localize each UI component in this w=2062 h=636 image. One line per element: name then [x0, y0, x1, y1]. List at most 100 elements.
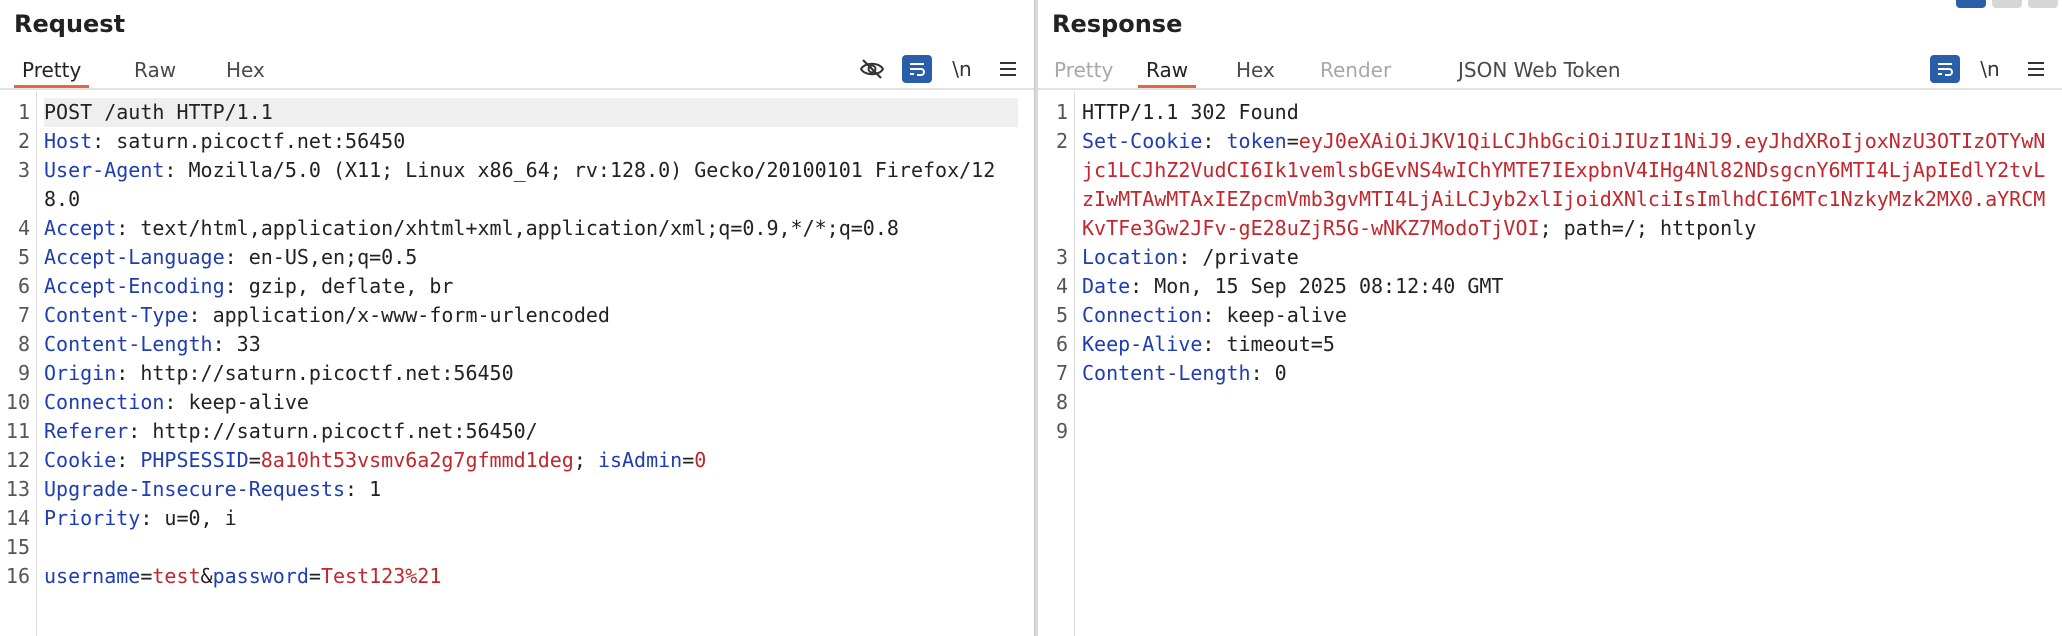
code-line[interactable]: 12 Cookie: PHPSESSID=8a10ht53vsmv6a2g7gfm… [0, 446, 1034, 475]
request-title: Request [14, 10, 126, 38]
code-line[interactable]: 7 Content-Type: application/x-www-form-ur… [0, 301, 1034, 330]
code-text: Content-Length: 33 [44, 330, 1018, 359]
wrap-icon[interactable] [902, 55, 932, 83]
layout-split-button[interactable] [1956, 0, 1986, 8]
layout-vertical-button[interactable] [2028, 0, 2058, 8]
code-line[interactable]: 8 Content-Length: 33 [0, 330, 1034, 359]
line-number: 16 [5, 564, 30, 588]
code-segment: & [200, 564, 213, 588]
code-line[interactable]: 8 [1038, 388, 2062, 417]
response-title: Response [1052, 10, 1183, 38]
header-name: Content-Type [44, 303, 189, 327]
code-line[interactable]: 1 POST /auth HTTP/1.1 [0, 98, 1034, 127]
layout-horizontal-button[interactable] [1992, 0, 2022, 8]
code-text: Host: saturn.picoctf.net:56450 [44, 127, 1018, 156]
newline-icon[interactable]: \n [1974, 53, 2006, 85]
header-name: Keep-Alive [1082, 332, 1203, 356]
response-editor[interactable]: 1 HTTP/1.1 302 Found 2 Set-Cookie: token=ey… [1038, 92, 2062, 636]
code-line[interactable]: 11 Referer: http://saturn.picoctf.net:564… [0, 417, 1034, 446]
code-line[interactable]: 15 [0, 533, 1034, 562]
code-line[interactable]: 1 HTTP/1.1 302 Found [1038, 98, 2062, 127]
line-number: 7 [17, 303, 30, 327]
tab-label: Hex [226, 58, 265, 82]
code-text: Connection: keep-alive [1082, 301, 2046, 330]
code-line[interactable]: 14 Priority: u=0, i [0, 504, 1034, 533]
code-segment: : text/html,application/xhtml+xml,applic… [116, 216, 899, 240]
menu-icon[interactable] [992, 53, 1024, 85]
tab-raw[interactable]: Raw [1138, 52, 1197, 88]
param-value: test [152, 564, 201, 588]
code-segment: : 0 [1250, 361, 1287, 385]
code-segment: HTTP/1.1 302 Found [1082, 100, 1299, 124]
header-name: token [1226, 129, 1287, 153]
line-number: 7 [1055, 361, 1068, 385]
code-segment: : saturn.picoctf.net:56450 [92, 129, 406, 153]
code-segment: : u=0, i [140, 506, 237, 530]
tab-hex[interactable]: Hex [218, 52, 273, 88]
tab-hex[interactable]: Hex [1228, 52, 1283, 88]
code-text: Location: /private [1082, 243, 2046, 272]
code-line[interactable]: 5 Connection: keep-alive [1038, 301, 2062, 330]
tab-raw[interactable]: Raw [126, 52, 184, 88]
header-name: Date [1082, 274, 1131, 298]
newline-icon[interactable]: \n [946, 53, 978, 85]
code-line[interactable]: 7 Content-Length: 0 [1038, 359, 2062, 388]
tab-render[interactable]: Render [1312, 52, 1399, 88]
code-line[interactable]: 9 [1038, 417, 2062, 446]
param-value: 0 [694, 448, 707, 472]
request-editor[interactable]: 1 POST /auth HTTP/1.1 2 Host: saturn.picoct… [0, 92, 1034, 636]
line-number: 4 [1055, 274, 1068, 298]
request-pane: Request Pretty Raw Hex \n 1 POST /auth HT… [0, 0, 1034, 636]
code-line[interactable]: 5 Accept-Language: en-US,en;q=0.5 [0, 243, 1034, 272]
code-segment: ; path=/; httponly [1539, 216, 1757, 240]
eye-slash-icon[interactable] [856, 53, 888, 85]
tab-pretty[interactable]: Pretty [14, 52, 90, 88]
code-segment: : Mon, 15 Sep 2025 08:12:40 GMT [1130, 274, 1504, 298]
code-text: Connection: keep-alive [44, 388, 1018, 417]
code-text: Referer: http://saturn.picoctf.net:56450… [44, 417, 1018, 446]
code-segment: : en-US,en;q=0.5 [224, 245, 418, 269]
response-lines: 1 HTTP/1.1 302 Found 2 Set-Cookie: token=ey… [1038, 98, 2062, 446]
code-text: Keep-Alive: timeout=5 [1082, 330, 2046, 359]
line-number: 12 [5, 448, 30, 472]
code-text: Priority: u=0, i [44, 504, 1018, 533]
line-number: 8 [17, 332, 30, 356]
header-name: isAdmin [597, 448, 683, 472]
line-number: 1 [1055, 100, 1068, 124]
tab-pretty[interactable]: Pretty [1046, 52, 1121, 88]
param-value: 8a10ht53vsmv6a2g7gfmmd1deg [260, 448, 574, 472]
line-number: 2 [1055, 129, 1068, 153]
code-line[interactable]: 16 username=test&password=Test123%21 [0, 562, 1034, 591]
line-number: 1 [17, 100, 30, 124]
code-line[interactable]: 3 Location: /private [1038, 243, 2062, 272]
tab-label: Hex [1236, 58, 1275, 82]
code-line[interactable]: 4 Date: Mon, 15 Sep 2025 08:12:40 GMT [1038, 272, 2062, 301]
code-text: Accept: text/html,application/xhtml+xml,… [44, 214, 1018, 243]
code-segment: : Mozilla/5.0 (X11; Linux x86_64; rv:128… [44, 158, 996, 211]
code-line[interactable]: 2 Host: saturn.picoctf.net:56450 [0, 127, 1034, 156]
response-toolbar: \n [1930, 52, 2052, 86]
code-line[interactable]: 6 Keep-Alive: timeout=5 [1038, 330, 2062, 359]
code-line[interactable]: 13 Upgrade-Insecure-Requests: 1 [0, 475, 1034, 504]
code-line[interactable]: 3 User-Agent: Mozilla/5.0 (X11; Linux x86… [0, 156, 1034, 214]
code-line[interactable]: 2 Set-Cookie: token=eyJ0eXAiOiJKV1QiLCJhb… [1038, 127, 2062, 243]
code-text: Upgrade-Insecure-Requests: 1 [44, 475, 1018, 504]
code-line[interactable]: 4 Accept: text/html,application/xhtml+xml… [0, 214, 1034, 243]
response-pane: Response Pretty Raw Hex Render JSON Web … [1038, 0, 2062, 636]
code-text: username=test&password=Test123%21 [44, 562, 1018, 591]
code-line[interactable]: 10 Connection: keep-alive [0, 388, 1034, 417]
code-text: Accept-Language: en-US,en;q=0.5 [44, 243, 1018, 272]
code-line[interactable]: 6 Accept-Encoding: gzip, deflate, br [0, 272, 1034, 301]
header-name: Set-Cookie [1082, 129, 1203, 153]
wrap-icon[interactable] [1930, 55, 1960, 83]
code-segment: ; [573, 448, 598, 472]
menu-icon[interactable] [2020, 53, 2052, 85]
code-segment: : 1 [345, 477, 382, 501]
response-tab-bar: Pretty Raw Hex Render JSON Web Token [1038, 52, 2062, 90]
tab-json-web-token[interactable]: JSON Web Token [1450, 52, 1629, 88]
layout-toggle [1956, 0, 2058, 8]
header-name: Content-Length [1082, 361, 1251, 385]
code-text: Content-Length: 0 [1082, 359, 2046, 388]
code-segment: = [248, 448, 261, 472]
code-line[interactable]: 9 Origin: http://saturn.picoctf.net:56450 [0, 359, 1034, 388]
